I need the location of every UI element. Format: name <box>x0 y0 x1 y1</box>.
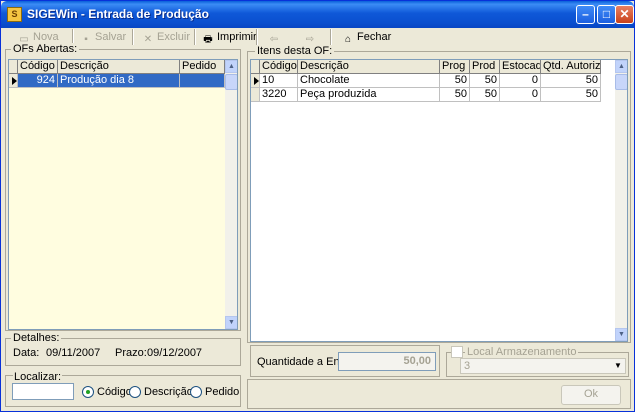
cell-qtd-autorizada: 50 <box>541 74 601 88</box>
app-icon: S <box>7 7 22 22</box>
maximize-button[interactable]: □ <box>597 5 616 24</box>
ok-button[interactable]: Ok <box>561 385 621 405</box>
ofs-grid[interactable]: Código Descrição Pedido 924 Produção dia… <box>8 59 238 330</box>
ofs-grid-header: Código Descrição Pedido <box>9 60 225 74</box>
scroll-up-icon[interactable]: ▲ <box>225 60 237 73</box>
title-bar[interactable]: S SIGEWin - Entrada de Produção – □ ✕ <box>1 1 634 28</box>
col-prog[interactable]: Prog <box>440 60 470 74</box>
cell-descricao: Chocolate <box>298 74 440 88</box>
scroll-thumb[interactable] <box>615 74 627 90</box>
radio-descricao[interactable] <box>129 386 141 398</box>
row-indicator <box>9 74 18 88</box>
cell-descricao: Peça produzida <box>298 88 440 102</box>
col-codigo[interactable]: Código <box>18 60 58 74</box>
col-qtd-autorizada[interactable]: Qtd. Autorizada <box>541 60 601 74</box>
itens-grid-header: Código Descrição Prog Prod Estocado Qtd.… <box>251 60 601 74</box>
arrow-left-icon: ⇦ <box>269 34 279 45</box>
data-label: Data: <box>13 347 40 359</box>
header-indicator <box>251 60 260 74</box>
row-indicator <box>251 74 260 88</box>
prazo-label: Prazo: <box>115 347 147 359</box>
cell-codigo: 3220 <box>260 88 298 102</box>
local-select[interactable]: 3 ▼ <box>460 358 626 374</box>
radio-pedido-label[interactable]: Pedido <box>205 386 239 398</box>
save-icon: ▪ <box>84 34 88 45</box>
col-pedido[interactable]: Pedido <box>180 60 225 74</box>
itens-label: Itens desta OF: <box>255 45 335 57</box>
col-descricao[interactable]: Descrição <box>298 60 440 74</box>
minimize-button[interactable]: – <box>576 5 595 24</box>
cell-pedido <box>180 74 225 88</box>
row-indicator-empty <box>251 88 260 102</box>
toolbar: ▭ Nova ▪ Salvar ✕ Excluir 🖶 Imprimir ⇦ ⇨ ⌂ Fe… <box>2 28 634 46</box>
cell-descricao: Produção dia 8 <box>58 74 180 88</box>
local-label: Local Armazenamento <box>465 346 579 358</box>
col-descricao[interactable]: Descrição <box>58 60 180 74</box>
cell-estocado: 0 <box>500 74 541 88</box>
window-title: SIGEWin - Entrada de Produção <box>27 7 209 21</box>
toolbar-separator <box>256 29 258 45</box>
localizar-input[interactable] <box>12 383 74 400</box>
toolbar-separator <box>132 29 134 45</box>
window: S SIGEWin - Entrada de Produção – □ ✕ ▭ N… <box>0 0 635 412</box>
imprimir-button[interactable]: 🖶 Imprimir <box>202 29 256 45</box>
cell-qtd-autorizada: 50 <box>541 88 601 102</box>
delete-icon: ✕ <box>143 34 153 45</box>
close-button[interactable]: ✕ <box>615 5 634 24</box>
cell-estocado: 0 <box>500 88 541 102</box>
detalhes-label: Detalhes: <box>11 332 62 344</box>
itens-grid[interactable]: Código Descrição Prog Prod Estocado Qtd.… <box>250 59 628 342</box>
arrow-right-icon: ⇨ <box>305 34 315 45</box>
scroll-down-icon[interactable]: ▼ <box>615 328 627 341</box>
data-value: 09/11/2007 <box>46 347 101 359</box>
itens-scrollbar[interactable]: ▲ ▼ <box>615 60 627 341</box>
next-button[interactable]: ⇨ <box>304 29 319 45</box>
radio-codigo[interactable] <box>82 386 94 398</box>
header-indicator <box>9 60 18 74</box>
previous-button[interactable]: ⇦ <box>268 29 283 45</box>
cell-codigo: 924 <box>18 74 58 88</box>
fechar-button[interactable]: ⌂ Fechar <box>342 29 391 45</box>
col-prod[interactable]: Prod <box>470 60 500 74</box>
scroll-thumb[interactable] <box>225 74 237 90</box>
radio-pedido[interactable] <box>190 386 202 398</box>
col-codigo[interactable]: Código <box>260 60 298 74</box>
ofs-label: OFs Abertas: <box>11 43 80 55</box>
chevron-down-icon[interactable]: ▼ <box>611 359 625 373</box>
cell-prod: 50 <box>470 74 500 88</box>
table-row[interactable]: 10 Chocolate 50 50 0 50 <box>251 74 601 88</box>
col-estocado[interactable]: Estocado <box>500 60 541 74</box>
door-exit-icon: ⌂ <box>344 34 352 45</box>
localizar-label: Localizar: <box>13 371 63 383</box>
cell-prog: 50 <box>440 74 470 88</box>
ofs-scrollbar[interactable]: ▲ ▼ <box>225 60 237 329</box>
local-checkbox[interactable] <box>451 346 463 358</box>
radio-descricao-label[interactable]: Descrição <box>144 386 193 398</box>
cell-prod: 50 <box>470 88 500 102</box>
toolbar-separator <box>194 29 196 45</box>
salvar-button[interactable]: ▪ Salvar <box>80 29 126 45</box>
prazo-value: 09/12/2007 <box>147 347 203 359</box>
printer-icon: 🖶 <box>203 34 213 45</box>
quantidade-input[interactable]: 50,00 <box>338 352 436 371</box>
table-row[interactable]: 3220 Peça produzida 50 50 0 50 <box>251 88 601 102</box>
scroll-up-icon[interactable]: ▲ <box>615 60 627 73</box>
cell-codigo: 10 <box>260 74 298 88</box>
excluir-button[interactable]: ✕ Excluir <box>142 29 190 45</box>
table-row[interactable]: 924 Produção dia 8 <box>9 74 225 88</box>
toolbar-separator <box>330 29 332 45</box>
radio-codigo-label[interactable]: Código <box>97 386 132 398</box>
cell-prog: 50 <box>440 88 470 102</box>
scroll-down-icon[interactable]: ▼ <box>225 316 237 329</box>
